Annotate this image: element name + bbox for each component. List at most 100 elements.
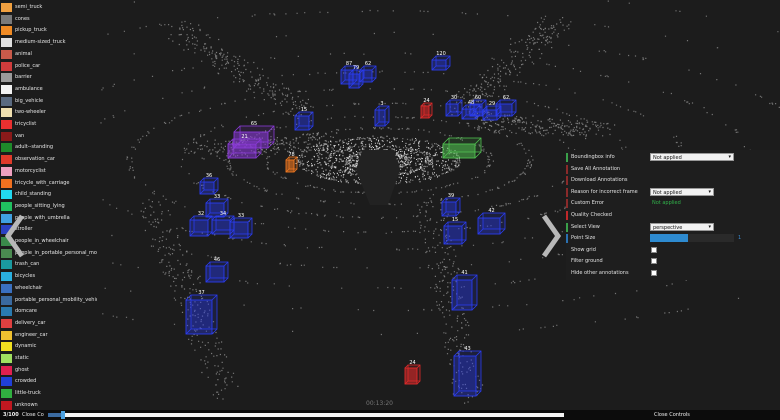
bounding-box-id: 3 — [380, 101, 383, 107]
legend-item[interactable]: little-truck — [0, 388, 98, 399]
bounding-box[interactable]: 41 — [451, 270, 478, 311]
close-timeline-button[interactable]: Close Co — [22, 410, 44, 420]
legend-label: engineer_car — [15, 331, 48, 338]
bounding-box-id: 42 — [488, 208, 494, 214]
bounding-box-id: 34 — [220, 211, 226, 217]
legend-item[interactable]: domcare — [0, 306, 98, 317]
legend-item[interactable]: observation_car — [0, 154, 98, 165]
legend-swatch — [1, 201, 12, 211]
legend-label: cones — [15, 15, 30, 22]
next-frame-button[interactable] — [538, 212, 564, 260]
bounding-box-id: 32 — [198, 211, 204, 217]
control-row[interactable]: Save All Annotation — [566, 164, 780, 175]
legend-label: child_standing — [15, 191, 52, 198]
close-controls-button[interactable]: Close Controls — [654, 410, 690, 420]
legend-label: static — [15, 355, 29, 361]
legend-item[interactable]: medium-sized_truck — [0, 37, 98, 48]
legend-swatch — [1, 143, 12, 153]
chevron-left-icon — [4, 214, 25, 258]
legend-label: pickup_truck — [15, 27, 47, 34]
bounding-box-id: 87 — [346, 61, 352, 67]
legend-swatch — [1, 354, 12, 363]
custom-error-status: Not applied — [652, 200, 681, 207]
bounding-box-id: 15 — [452, 217, 458, 223]
legend-item[interactable]: van — [0, 131, 98, 142]
legend-item[interactable]: child_standing — [0, 189, 98, 200]
legend-item[interactable]: portable_personal_mobility_vehicle — [0, 295, 98, 306]
bounding-box-id: 37 — [198, 290, 204, 296]
legend-item[interactable]: static — [0, 353, 98, 364]
bounding-box-id: 43 — [464, 346, 470, 352]
legend-label: little-truck — [15, 390, 41, 397]
legend-item[interactable]: police_car — [0, 61, 98, 72]
legend-swatch — [1, 400, 12, 410]
control-row[interactable]: Quality Checked — [566, 210, 780, 221]
legend-swatch — [1, 178, 12, 188]
bounding-box-id: 46 — [214, 257, 220, 263]
control-row: Reason for incorrect frame Not applied ▾ — [566, 187, 780, 198]
legend-swatch — [1, 365, 12, 375]
legend-item[interactable]: semi_truck — [0, 2, 98, 13]
control-label: Select View — [571, 223, 600, 230]
legend-item[interactable]: motorcyclist — [0, 166, 98, 177]
chevron-right-icon — [541, 214, 562, 258]
control-row: Hide other annotations — [566, 268, 780, 279]
legend-swatch — [1, 272, 12, 282]
timeline-track[interactable] — [48, 411, 564, 419]
control-row: Show grid — [566, 245, 780, 256]
legend-item[interactable]: barrier — [0, 72, 98, 83]
control-marker — [566, 222, 568, 232]
bounding-box-id: 48 — [468, 100, 474, 106]
legend-label: police_car — [15, 62, 41, 69]
legend-item[interactable]: big_vehicle — [0, 96, 98, 107]
bounding-box[interactable]: 37 — [185, 290, 218, 335]
legend-item[interactable]: ambulance — [0, 84, 98, 95]
legend-item[interactable]: people_sitting_lying — [0, 201, 98, 212]
control-checkbox[interactable] — [651, 258, 657, 265]
control-select[interactable]: Not applied ▾ — [650, 153, 734, 161]
legend-label: tricycle_with_carriage — [15, 179, 70, 186]
control-row[interactable]: Download Annotations — [566, 175, 780, 186]
legend-label: domcare — [15, 308, 37, 315]
control-marker — [566, 164, 568, 174]
legend-item[interactable]: tricyclist — [0, 119, 98, 130]
control-select[interactable]: Not applied ▾ — [650, 187, 714, 196]
controls-panel: Boundingbox info Not applied ▾ Save All Ann… — [566, 150, 780, 280]
point-size-slider[interactable] — [650, 234, 734, 243]
timeline-thumb[interactable] — [61, 411, 66, 419]
control-select[interactable]: perspective ▾ — [650, 222, 714, 231]
bounding-box-id: 62 — [365, 61, 371, 67]
legend-item[interactable]: bicycles — [0, 271, 98, 282]
legend-swatch — [1, 73, 12, 83]
bounding-box[interactable] — [442, 137, 482, 159]
control-marker — [566, 187, 568, 197]
bounding-box-id: 60 — [475, 95, 481, 101]
prev-frame-button[interactable] — [2, 212, 28, 260]
frame-counter: 3/100 — [3, 412, 19, 418]
legend-item[interactable]: delivery_car — [0, 318, 98, 329]
control-label: Boundingbox info — [571, 154, 615, 160]
legend-item[interactable]: tricycle_with_carriage — [0, 178, 98, 189]
legend-item[interactable]: animal — [0, 49, 98, 60]
legend-item[interactable]: adult--standing — [0, 142, 98, 153]
bounding-box-id: 36 — [206, 173, 212, 179]
control-checkbox[interactable] — [651, 270, 657, 276]
legend-item[interactable]: two-wheeler — [0, 107, 98, 118]
class-legend: semi_truckcones pickup_truck medium-sized_… — [0, 0, 98, 412]
legend-item[interactable]: wheelchair — [0, 283, 98, 294]
legend-item[interactable]: engineer_car — [0, 330, 98, 341]
legend-label: observation_car — [15, 156, 55, 163]
legend-item[interactable]: crowded — [0, 376, 98, 387]
legend-item[interactable]: trash_can — [0, 259, 98, 270]
legend-item[interactable]: pickup_truck — [0, 25, 98, 36]
control-row: Select View perspective ▾ — [566, 222, 780, 233]
legend-item[interactable]: dynamic — [0, 341, 98, 352]
control-checkbox[interactable] — [651, 246, 657, 253]
bounding-box-id: 62 — [503, 95, 509, 101]
legend-item[interactable]: ghost — [0, 365, 98, 376]
control-label: Save All Annotation — [571, 165, 621, 172]
legend-swatch — [1, 295, 12, 305]
legend-swatch — [1, 26, 12, 36]
bounding-box-id: 33 — [214, 194, 220, 200]
legend-item[interactable]: cones — [0, 14, 98, 25]
